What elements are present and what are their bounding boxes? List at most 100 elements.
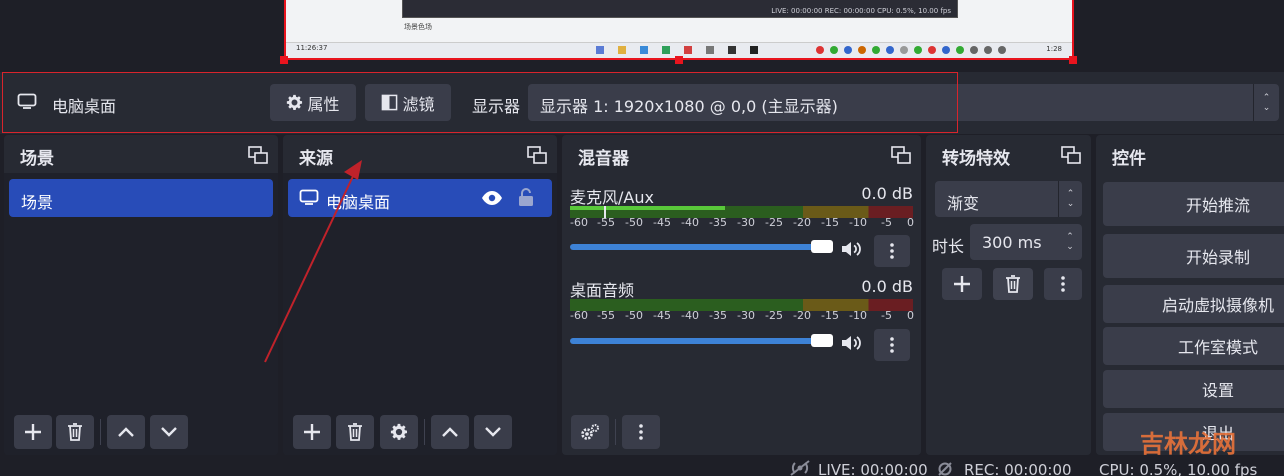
- settings-button[interactable]: 设置: [1103, 370, 1284, 408]
- filters-button[interactable]: 滤镜: [365, 84, 451, 121]
- settings-label: 设置: [1201, 381, 1234, 400]
- lock-icon[interactable]: [518, 188, 534, 207]
- move-scene-up-button[interactable]: [107, 415, 145, 449]
- preview-obs-status: LIVE: 00:00:00 REC: 00:00:00 CPU: 0.5%, …: [771, 7, 951, 15]
- properties-button[interactable]: 属性: [270, 84, 356, 121]
- add-scene-button[interactable]: [14, 415, 52, 449]
- scale-tick: -10: [849, 216, 867, 229]
- transition-menu-button[interactable]: [1044, 268, 1082, 300]
- scale-tick: -40: [681, 216, 699, 229]
- updown-chevron-icon[interactable]: ⌃ ⌄: [1253, 84, 1279, 121]
- speaker-icon[interactable]: [841, 240, 863, 258]
- start-recording-label: 开始录制: [1185, 248, 1250, 267]
- remove-source-button[interactable]: [336, 415, 374, 449]
- transition-type-value: 渐变: [947, 194, 980, 213]
- plus-icon: [25, 424, 41, 440]
- kebab-menu-icon: [890, 337, 894, 353]
- advanced-audio-button[interactable]: [571, 415, 609, 449]
- taskbar-app-icon: [706, 46, 714, 54]
- undock-icon[interactable]: [1061, 146, 1081, 164]
- scale-tick: -5: [881, 309, 892, 322]
- toolbar-separator: [615, 419, 616, 445]
- sources-dock: 来源 电脑桌面: [283, 135, 557, 455]
- tray-icon: [914, 46, 922, 54]
- eye-icon[interactable]: [481, 190, 503, 206]
- undock-icon[interactable]: [527, 146, 547, 164]
- transitions-dock: 转场特效 渐变 ⌃ ⌄ 时长 300 ms ⌃ ⌄: [926, 135, 1091, 455]
- tray-icon: [998, 46, 1006, 54]
- cpu-status: CPU: 0.5%, 10.00 fps: [1099, 461, 1258, 476]
- monitor-icon: [17, 93, 37, 109]
- start-streaming-button[interactable]: 开始推流: [1103, 182, 1284, 226]
- tray-icon: [956, 46, 964, 54]
- move-scene-down-button[interactable]: [150, 415, 188, 449]
- start-virtual-camera-button[interactable]: 启动虚拟摄像机: [1103, 285, 1284, 323]
- remove-transition-button[interactable]: [993, 268, 1033, 300]
- volume-slider-track[interactable]: [570, 244, 830, 250]
- display-select[interactable]: 显示器 1: 1920x1080 @ 0,0 (主显示器) ⌃ ⌄: [528, 84, 1279, 121]
- move-source-up-button[interactable]: [431, 415, 469, 449]
- source-item[interactable]: 电脑桌面: [288, 179, 552, 217]
- tray-icon: [886, 46, 894, 54]
- mixer-channel-menu-button[interactable]: [874, 235, 910, 267]
- move-source-down-button[interactable]: [474, 415, 512, 449]
- toolbar-separator: [424, 419, 425, 445]
- studio-mode-label: 工作室模式: [1177, 338, 1258, 357]
- kebab-menu-icon: [1061, 276, 1065, 292]
- source-item-label: 电脑桌面: [326, 193, 391, 212]
- chevron-up-icon: [118, 427, 134, 437]
- tray-icon: [928, 46, 936, 54]
- start-recording-button[interactable]: 开始录制: [1103, 234, 1284, 278]
- scale-tick: -15: [821, 216, 839, 229]
- watermark-logo: 吉林龙网: [1140, 430, 1236, 458]
- source-properties-button[interactable]: [380, 415, 418, 449]
- add-source-button[interactable]: [293, 415, 331, 449]
- gear-icon: [287, 94, 303, 110]
- volume-slider-handle[interactable]: [811, 240, 833, 253]
- display-label: 显示器: [472, 97, 521, 116]
- preview-nested-obs-window: LIVE: 00:00:00 REC: 00:00:00 CPU: 0.5%, …: [402, 0, 958, 18]
- preview-area[interactable]: LIVE: 00:00:00 REC: 00:00:00 CPU: 0.5%, …: [0, 0, 1284, 72]
- scale-tick: -15: [821, 309, 839, 322]
- speaker-icon[interactable]: [841, 334, 863, 352]
- start-virtual-camera-label: 启动虚拟摄像机: [1161, 296, 1274, 315]
- duration-spinbox[interactable]: 300 ms ⌃ ⌄: [970, 224, 1082, 260]
- scale-tick: -45: [653, 309, 671, 322]
- scene-item[interactable]: 场景: [9, 179, 273, 217]
- undock-icon[interactable]: [891, 146, 911, 164]
- resize-handle-bottom-center[interactable]: [675, 56, 683, 64]
- undock-icon[interactable]: [248, 146, 268, 164]
- updown-chevron-icon[interactable]: ⌃ ⌄: [1058, 181, 1082, 217]
- tray-icon: [970, 46, 978, 54]
- mixer-dock: 混音器 麦克风/Aux 0.0 dB -60 -55 -50 -45 -40 -…: [562, 135, 921, 455]
- add-transition-button[interactable]: [942, 268, 982, 300]
- obs-main-window: LIVE: 00:00:00 REC: 00:00:00 CPU: 0.5%, …: [0, 0, 1284, 476]
- scale-tick: -20: [793, 216, 811, 229]
- remove-scene-button[interactable]: [56, 415, 94, 449]
- scale-tick: -10: [849, 309, 867, 322]
- taskbar-app-icon: [618, 46, 626, 54]
- resize-handle-bottom-left[interactable]: [280, 56, 288, 64]
- selected-source-name: 电脑桌面: [52, 97, 117, 116]
- mixer-menu-button[interactable]: [622, 415, 660, 449]
- preview-capture-frame[interactable]: LIVE: 00:00:00 REC: 00:00:00 CPU: 0.5%, …: [284, 0, 1074, 60]
- recording-icon: [938, 462, 952, 476]
- tray-icon: [942, 46, 950, 54]
- resize-handle-bottom-right[interactable]: [1069, 56, 1077, 64]
- spin-arrows-icon[interactable]: ⌃ ⌄: [1058, 224, 1082, 260]
- tray-icon: [844, 46, 852, 54]
- mixer-channel-menu-button[interactable]: [874, 329, 910, 361]
- gear-icon: [390, 423, 408, 440]
- taskbar-app-icon: [662, 46, 670, 54]
- windows-start-icon: [596, 46, 604, 54]
- volume-slider-handle[interactable]: [811, 334, 833, 347]
- taskbar-app-icon: [750, 46, 758, 54]
- scale-tick: -20: [793, 309, 811, 322]
- volume-slider-track[interactable]: [570, 338, 830, 344]
- transition-type-select[interactable]: 渐变 ⌃ ⌄: [935, 181, 1082, 217]
- tray-icon: [816, 46, 824, 54]
- scenes-dock-header: 场景: [4, 135, 278, 173]
- scale-tick: -55: [597, 309, 615, 322]
- chevron-down-icon: [161, 427, 177, 437]
- studio-mode-button[interactable]: 工作室模式: [1103, 327, 1284, 365]
